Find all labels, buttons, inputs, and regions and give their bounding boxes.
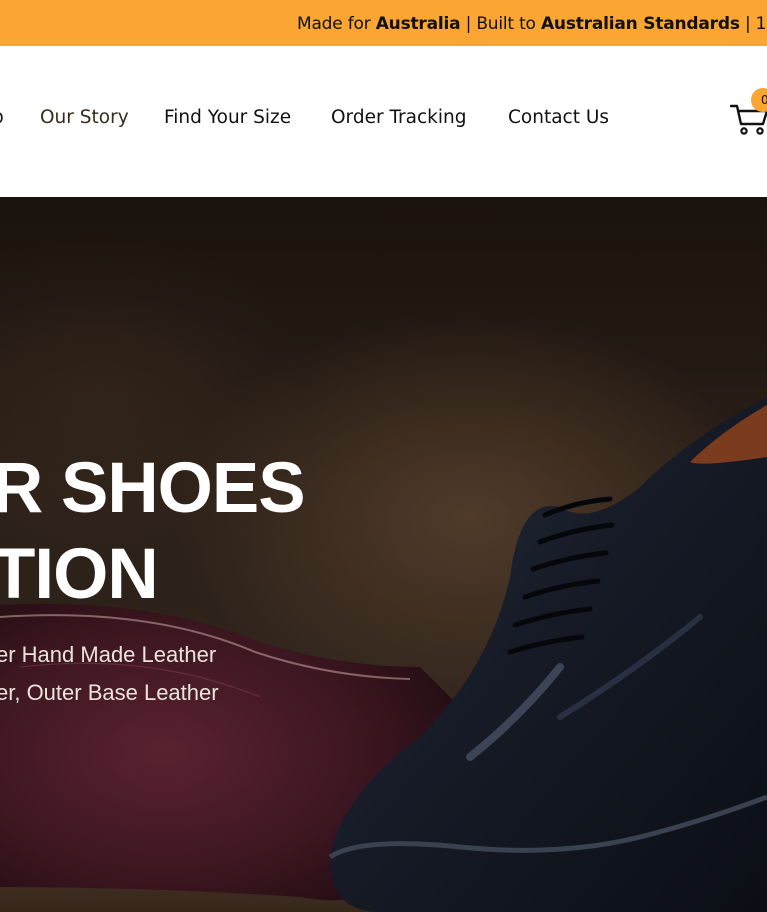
hero-subtext-line-2: er, Outer Base Leather <box>0 680 219 705</box>
nav-item-our-story[interactable]: Our Story <box>40 107 129 129</box>
nav-item-partial[interactable]: p <box>0 107 4 129</box>
announcement-bold-1: Australia <box>375 14 461 34</box>
nav-item-order-tracking[interactable]: Order Tracking <box>331 107 466 129</box>
hero-heading-line-1: R SHOES <box>0 449 306 528</box>
main-navigation: p Our Story Find Your Size Order Trackin… <box>0 46 767 197</box>
announcement-bar: Made for Australia | Built to Australian… <box>0 0 767 46</box>
hero-heading-line-2: TION <box>0 535 159 614</box>
hero-subtext-line-1: er Hand Made Leather <box>0 642 217 667</box>
announcement-part-1: Made for <box>297 14 376 34</box>
announcement-part-2: | Built to <box>460 14 541 34</box>
announcement-text: Made for Australia | Built to Australian… <box>297 13 767 35</box>
announcement-part-3: | 10 <box>744 14 767 34</box>
hero-banner: R SHOES TION er Hand Made Leather er, Ou… <box>0 197 767 912</box>
announcement-bold-2: Australian Standards <box>540 14 740 34</box>
nav-item-contact-us[interactable]: Contact Us <box>508 107 609 129</box>
nav-item-find-your-size[interactable]: Find Your Size <box>164 107 291 129</box>
